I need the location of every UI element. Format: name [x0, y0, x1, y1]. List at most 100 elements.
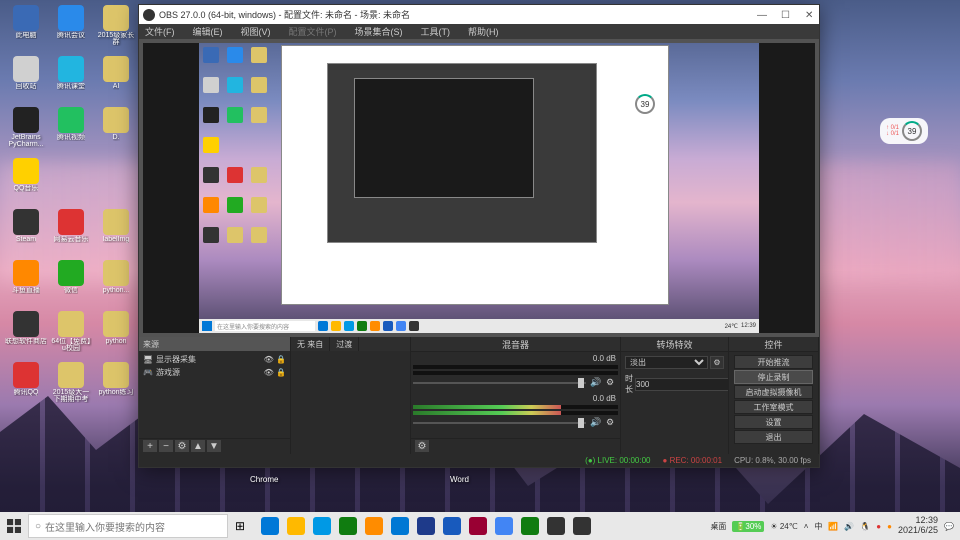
desktop-icon[interactable]: 微信	[50, 260, 92, 308]
desktop-icon[interactable]: 回收站	[5, 56, 47, 104]
control-button[interactable]: 工作室模式	[734, 400, 813, 414]
control-button[interactable]: 退出	[734, 430, 813, 444]
desktop-icon[interactable]: python练习	[95, 362, 137, 410]
menu-item[interactable]: 场景集合(S)	[355, 25, 403, 38]
menu-item[interactable]: 配置文件(P)	[289, 25, 337, 38]
desktop-icon[interactable]: 斗鱼直播	[5, 260, 47, 308]
volume-icon[interactable]: 🔊	[844, 522, 854, 531]
task-view-button[interactable]: ⊞	[228, 514, 252, 538]
desktop-icon[interactable]: 腾讯QQ	[5, 362, 47, 410]
desktop-icon[interactable]: 腾讯会议	[50, 5, 92, 53]
remove-scene-button[interactable]: −	[159, 440, 173, 452]
obs-docks: 来源 🖥显示器采集👁 🔒🎮游戏源👁 🔒 + − ⚙ ▲ ▼ 无 来自过渡 混音器…	[139, 337, 819, 453]
control-button[interactable]: 开始推流	[734, 355, 813, 369]
control-button[interactable]: 启动虚拟摄像机	[734, 385, 813, 399]
taskbar-app[interactable]	[362, 514, 386, 538]
search-icon: ○	[35, 521, 41, 532]
desktop-icon[interactable]: 腾讯视频	[50, 107, 92, 155]
battery-icon[interactable]: 🔋30%	[732, 521, 764, 532]
trans-add-button[interactable]: ⚙	[710, 356, 724, 369]
taskbar-apps	[258, 514, 594, 538]
trans-select[interactable]: 淡出	[625, 356, 708, 369]
obs-window: OBS 27.0.0 (64-bit, windows) - 配置文件: 未命名…	[138, 4, 820, 468]
mute-icon[interactable]: 🔊	[590, 417, 602, 428]
sources-tab[interactable]: 无 来自	[291, 337, 330, 351]
taskbar-app[interactable]	[258, 514, 282, 538]
scene-tab[interactable]: 来源	[139, 337, 290, 351]
tray-chevron-up-icon[interactable]: ˄	[804, 522, 809, 531]
ime-icon[interactable]: 中	[814, 521, 822, 532]
desktop-icon[interactable]: python	[95, 311, 137, 359]
desktop-icon[interactable]: 2015级大一下期期中考	[50, 362, 92, 410]
menu-item[interactable]: 工具(T)	[421, 25, 451, 38]
taskbar-clock[interactable]: 12:39 2021/6/25	[898, 516, 938, 536]
desktop-icon[interactable]: python...	[95, 260, 137, 308]
taskbar-app[interactable]	[466, 514, 490, 538]
taskbar-app[interactable]	[544, 514, 568, 538]
sources-list[interactable]	[291, 351, 410, 453]
trans-dur-label: 时长	[625, 373, 633, 395]
scene-down-button[interactable]: ▼	[207, 440, 221, 452]
mute-icon[interactable]: 🔊	[590, 377, 602, 388]
gear-icon[interactable]: ⚙	[606, 377, 618, 388]
desktop-icon[interactable]: QQ音乐	[5, 158, 47, 206]
scene-item[interactable]: 🖥显示器采集👁 🔒	[141, 353, 288, 366]
obs-preview[interactable]: 39 在这里输入你要搜索的内容 24℃ 12:39	[143, 43, 815, 333]
volume-slider[interactable]	[413, 422, 586, 424]
penguin-icon[interactable]: 🐧	[860, 522, 870, 531]
taskbar-app[interactable]	[336, 514, 360, 538]
taskbar-app[interactable]	[440, 514, 464, 538]
audio-meter	[413, 405, 618, 409]
scene-props-button[interactable]: ⚙	[175, 440, 189, 452]
taskbar-search[interactable]: ○ 在这里输入你要搜索的内容	[28, 514, 228, 538]
add-scene-button[interactable]: +	[143, 440, 157, 452]
desktop-icon[interactable]: D.	[95, 107, 137, 155]
maximize-button[interactable]: ☐	[781, 10, 791, 20]
desktop-icon[interactable]: 网易云音乐	[50, 209, 92, 257]
desktop-icon[interactable]: 腾讯课堂	[50, 56, 92, 104]
mixer-body: 0.0 dB 🔊⚙ 0.0 dB 🔊⚙	[411, 352, 620, 437]
sources-tab[interactable]: 过渡	[330, 337, 359, 351]
taskbar-app[interactable]	[310, 514, 334, 538]
notifications-icon[interactable]: 💬	[944, 522, 954, 531]
preview-taskbar: 在这里输入你要搜索的内容 24℃ 12:39	[199, 319, 759, 333]
tray-desktop[interactable]: 桌面	[710, 521, 726, 532]
volume-slider[interactable]	[413, 382, 586, 384]
perf-widget[interactable]: ↑ 0/1↓ 0/1 39	[880, 118, 928, 144]
taskbar-app[interactable]	[570, 514, 594, 538]
desktop-icon[interactable]: JetBrains PyCharm...	[5, 107, 47, 155]
close-button[interactable]: ✕	[805, 10, 815, 20]
taskbar-app[interactable]	[492, 514, 516, 538]
desktop-icon[interactable]: labelImg	[95, 209, 137, 257]
mixer-settings-button[interactable]: ⚙	[415, 440, 429, 452]
desktop-icon[interactable]: AI	[95, 56, 137, 104]
trans-duration[interactable]	[635, 378, 728, 391]
desktop-icon[interactable]: 此电脑	[5, 5, 47, 53]
menu-item[interactable]: 编辑(E)	[193, 25, 223, 38]
preview-search: 在这里输入你要搜索的内容	[215, 321, 315, 331]
menu-item[interactable]: 文件(F)	[145, 25, 175, 38]
tray-app2-icon[interactable]: ●	[887, 522, 892, 531]
tray-app-icon[interactable]: ●	[876, 522, 881, 531]
desktop-icon[interactable]: Steam	[5, 209, 47, 257]
minimize-button[interactable]: —	[757, 10, 767, 20]
control-button[interactable]: 停止录制	[734, 370, 813, 384]
desktop-icon[interactable]: 联想软件商店	[5, 311, 47, 359]
weather-icon[interactable]: ☀ 24℃	[770, 522, 797, 531]
desktop-icon[interactable]: 2015级家长群	[95, 5, 137, 53]
taskbar-app[interactable]	[414, 514, 438, 538]
menu-item[interactable]: 视图(V)	[241, 25, 271, 38]
network-icon[interactable]: 📶	[828, 522, 838, 531]
desktop-icon[interactable]: 64位【免费】u校园	[50, 311, 92, 359]
start-button[interactable]	[0, 512, 28, 540]
control-button[interactable]: 设置	[734, 415, 813, 429]
obs-titlebar[interactable]: OBS 27.0.0 (64-bit, windows) - 配置文件: 未命名…	[139, 5, 819, 24]
taskbar-app[interactable]	[518, 514, 542, 538]
taskbar-app[interactable]	[388, 514, 412, 538]
scene-up-button[interactable]: ▲	[191, 440, 205, 452]
menu-item[interactable]: 帮助(H)	[468, 25, 499, 38]
scene-item[interactable]: 🎮游戏源👁 🔒	[141, 366, 288, 379]
taskbar-app[interactable]	[284, 514, 308, 538]
gear-icon[interactable]: ⚙	[606, 417, 618, 428]
preview-widget: 39	[629, 91, 661, 117]
